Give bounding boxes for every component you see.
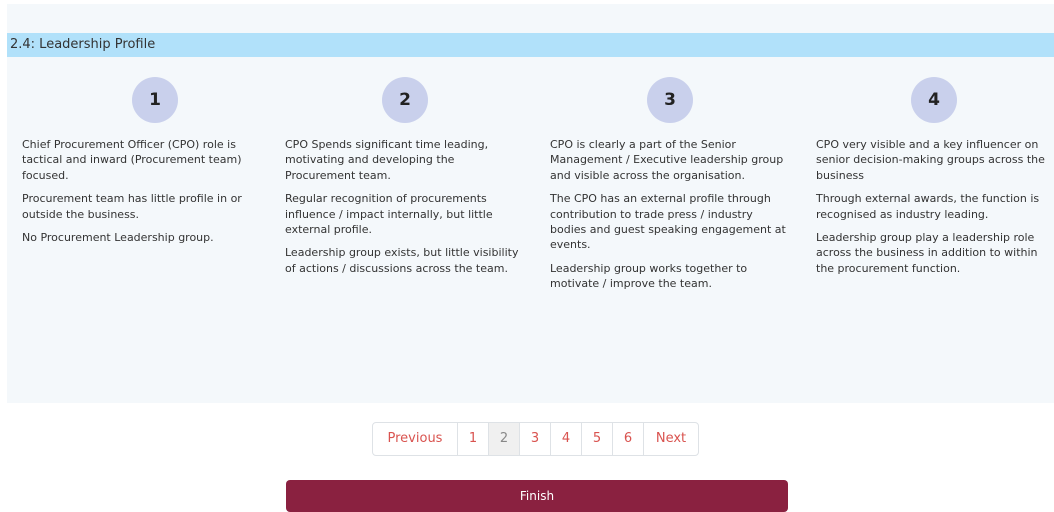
level-badge: 2 xyxy=(382,77,428,123)
finish-button[interactable]: Finish xyxy=(286,480,788,512)
level-paragraph: Leadership group works together to motiv… xyxy=(550,261,748,291)
pagination: Previous 1 2 3 4 5 6 Next xyxy=(372,422,699,456)
level-badge: 3 xyxy=(647,77,693,123)
page-2-button[interactable]: 2 xyxy=(488,423,519,455)
level-paragraph: CPO very visible and a key influencer on… xyxy=(816,138,1045,182)
level-paragraph: Through external awards, the function is… xyxy=(816,192,1040,221)
level-paragraph: The CPO has an external profile through … xyxy=(550,192,786,252)
level-description: CPO Spends significant time leading, mot… xyxy=(285,137,525,284)
assessment-panel: 2.4: Leadership Profile 1 Chief Procurem… xyxy=(7,4,1054,403)
level-badge: 4 xyxy=(911,77,957,123)
level-paragraph: No Procurement Leadership group. xyxy=(22,231,214,245)
level-paragraph: Procurement team has little profile in o… xyxy=(22,192,242,221)
previous-page-button[interactable]: Previous xyxy=(373,423,457,455)
page-4-button[interactable]: 4 xyxy=(550,423,581,455)
level-description: CPO is clearly a part of the Senior Mana… xyxy=(550,137,790,300)
level-description: CPO very visible and a key influencer on… xyxy=(816,137,1054,284)
level-paragraph: Chief Procurement Officer (CPO) role is … xyxy=(22,138,242,182)
level-paragraph: CPO is clearly a part of the Senior Mana… xyxy=(550,138,784,182)
level-paragraph: Leadership group exists, but little visi… xyxy=(285,246,519,275)
level-paragraph: Leadership group play a leadership role … xyxy=(816,231,1038,275)
level-badge: 1 xyxy=(132,77,178,123)
level-paragraph: Regular recognition of procurements infl… xyxy=(285,192,493,237)
section-title: 2.4: Leadership Profile xyxy=(7,33,1054,57)
page-5-button[interactable]: 5 xyxy=(581,423,612,455)
level-paragraph: CPO Spends significant time leading, mot… xyxy=(285,138,489,182)
page-6-button[interactable]: 6 xyxy=(612,423,643,455)
next-page-button[interactable]: Next xyxy=(643,423,698,455)
page-1-button[interactable]: 1 xyxy=(457,423,488,455)
level-description: Chief Procurement Officer (CPO) role is … xyxy=(22,137,262,253)
page-3-button[interactable]: 3 xyxy=(519,423,550,455)
